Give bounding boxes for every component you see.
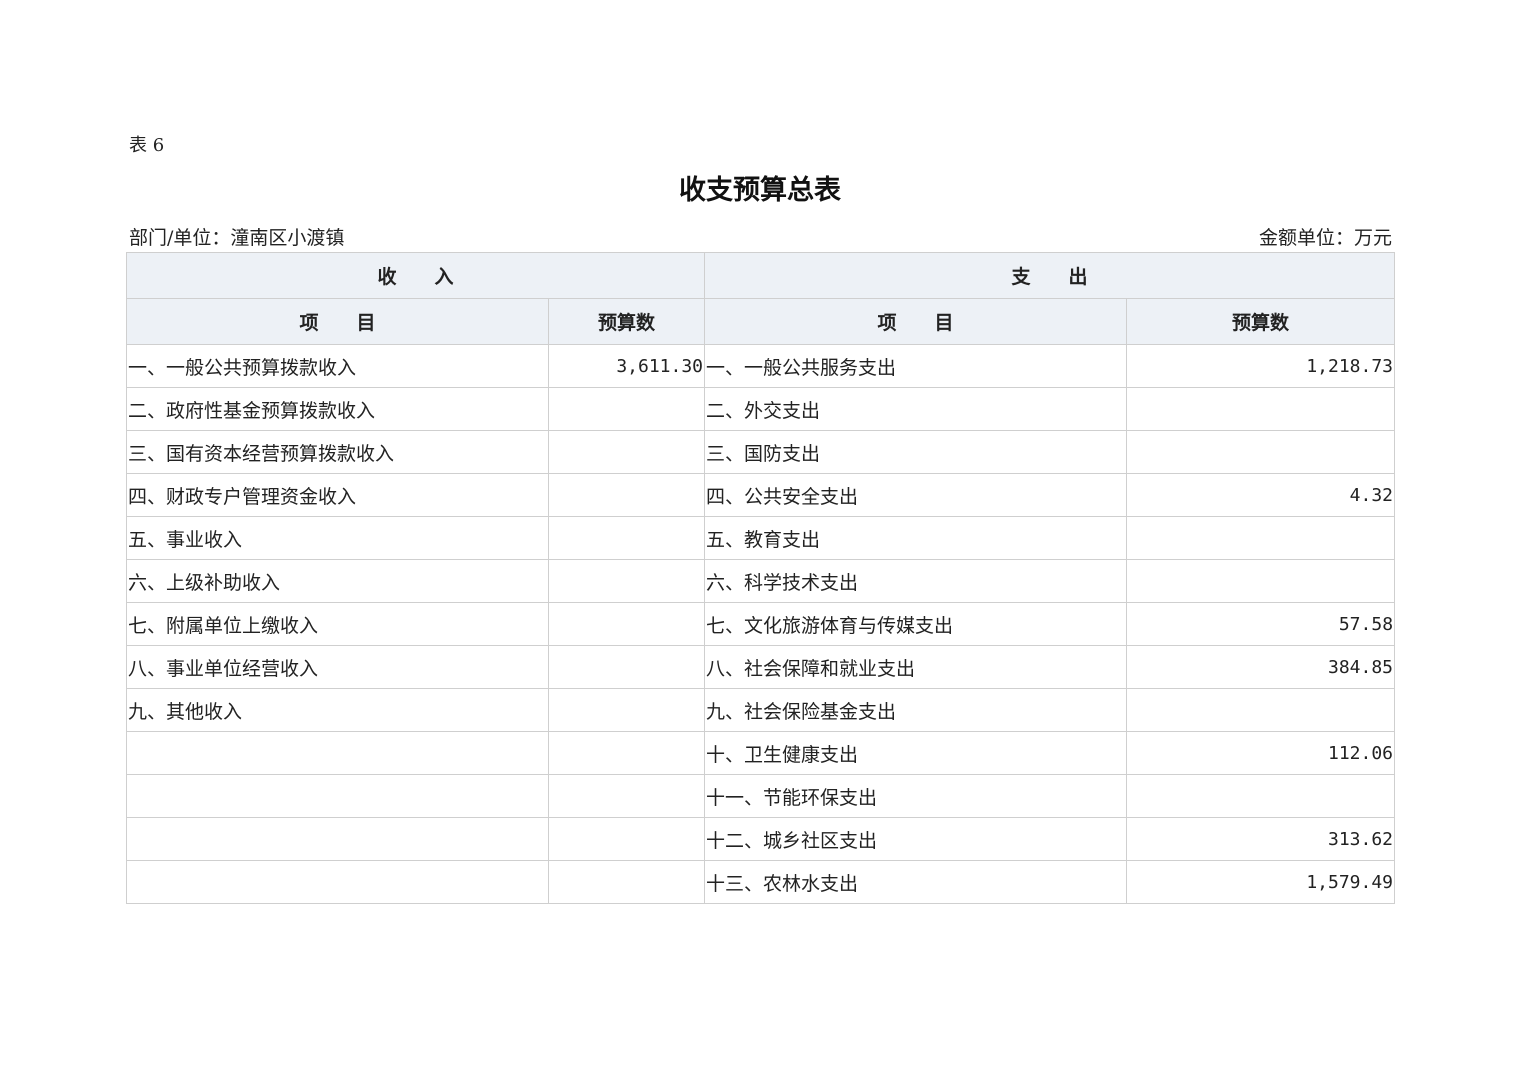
expense-item-cell: 十、卫生健康支出 xyxy=(704,731,1128,775)
table-row: 七、附属单位上缴收入 七、文化旅游体育与传媒支出 57.58 xyxy=(126,602,1396,646)
expense-item-cell: 六、科学技术支出 xyxy=(704,559,1128,603)
income-item-cell: 五、事业收入 xyxy=(126,516,549,560)
expense-amount-cell xyxy=(1126,430,1396,474)
income-amount-cell xyxy=(547,645,706,689)
expense-amount-cell xyxy=(1126,774,1396,818)
income-item-cell xyxy=(126,817,549,861)
expense-item-cell: 三、国防支出 xyxy=(704,430,1128,474)
income-section-header: 收 入 xyxy=(125,252,706,299)
income-item-cell: 六、上级补助收入 xyxy=(126,559,549,603)
income-item-cell: 四、财政专户管理资金收入 xyxy=(126,473,549,517)
expense-amount-cell: 112.06 xyxy=(1126,731,1396,775)
income-amount-cell xyxy=(547,430,706,474)
table-row: 十、卫生健康支出 112.06 xyxy=(126,731,1396,775)
expense-budget-header: 预算数 xyxy=(1126,298,1396,345)
expense-item-cell: 七、文化旅游体育与传媒支出 xyxy=(704,602,1128,646)
section-header-row: 收 入 支 出 xyxy=(125,252,1396,299)
income-amount-cell: 3,611.30 xyxy=(547,344,706,388)
table-row: 四、财政专户管理资金收入 四、公共安全支出 4.32 xyxy=(126,473,1396,517)
income-item-cell: 三、国有资本经营预算拨款收入 xyxy=(126,430,549,474)
table-row: 五、事业收入 五、教育支出 xyxy=(126,516,1396,560)
income-item-cell xyxy=(126,860,549,904)
amount-unit-label: 金额单位：万元 xyxy=(1258,227,1392,249)
expense-amount-cell: 313.62 xyxy=(1126,817,1396,861)
income-amount-cell xyxy=(547,731,706,775)
income-budget-header: 预算数 xyxy=(547,298,706,345)
expense-amount-cell: 1,579.49 xyxy=(1126,860,1396,904)
expense-amount-cell xyxy=(1126,688,1396,732)
income-item-cell: 九、其他收入 xyxy=(126,688,549,732)
table-body: 一、一般公共预算拨款收入 3,611.30 一、一般公共服务支出 1,218.73 二、… xyxy=(126,344,1396,904)
expense-item-cell: 十一、节能环保支出 xyxy=(704,774,1128,818)
table-row: 八、事业单位经营收入 八、社会保障和就业支出 384.85 xyxy=(126,645,1396,689)
budget-summary-table: 收 入 支 出 项 目 预算数 项 目 预算数 一、一般公共预算拨款收入 3,61… xyxy=(125,252,1396,904)
table-row: 六、上级补助收入 六、科学技术支出 xyxy=(126,559,1396,603)
table-row: 三、国有资本经营预算拨款收入 三、国防支出 xyxy=(126,430,1396,474)
department-label: 部门/单位：潼南区小渡镇 xyxy=(129,227,345,249)
income-amount-cell xyxy=(547,387,706,431)
income-amount-cell xyxy=(547,860,706,904)
expense-item-cell: 九、社会保险基金支出 xyxy=(704,688,1128,732)
expense-amount-cell xyxy=(1126,516,1396,560)
income-item-cell xyxy=(126,774,549,818)
table-number-label: 表 6 xyxy=(129,135,165,156)
expense-item-cell: 四、公共安全支出 xyxy=(704,473,1128,517)
income-item-cell xyxy=(126,731,549,775)
expense-item-cell: 一、一般公共服务支出 xyxy=(704,344,1128,388)
expense-amount-cell: 4.32 xyxy=(1126,473,1396,517)
expense-amount-cell: 57.58 xyxy=(1126,602,1396,646)
expense-amount-cell: 1,218.73 xyxy=(1126,344,1396,388)
expense-item-cell: 二、外交支出 xyxy=(704,387,1128,431)
column-header-row: 项 目 预算数 项 目 预算数 xyxy=(126,298,1396,345)
expense-amount-cell xyxy=(1126,559,1396,603)
table-row: 十二、城乡社区支出 313.62 xyxy=(126,817,1396,861)
page-title: 收支预算总表 xyxy=(679,175,841,206)
expense-item-cell: 五、教育支出 xyxy=(704,516,1128,560)
income-item-cell: 二、政府性基金预算拨款收入 xyxy=(126,387,549,431)
table-row: 十三、农林水支出 1,579.49 xyxy=(126,860,1396,904)
table-row: 十一、节能环保支出 xyxy=(126,774,1396,818)
income-amount-cell xyxy=(547,602,706,646)
income-amount-cell xyxy=(547,516,706,560)
income-amount-cell xyxy=(547,473,706,517)
expense-item-header: 项 目 xyxy=(704,298,1128,345)
income-amount-cell xyxy=(547,774,706,818)
income-amount-cell xyxy=(547,559,706,603)
income-item-cell: 八、事业单位经营收入 xyxy=(126,645,549,689)
expense-amount-cell: 384.85 xyxy=(1126,645,1396,689)
income-item-cell: 七、附属单位上缴收入 xyxy=(126,602,549,646)
expense-amount-cell xyxy=(1126,387,1396,431)
expense-section-header: 支 出 xyxy=(704,252,1396,299)
income-amount-cell xyxy=(547,817,706,861)
table-row: 九、其他收入 九、社会保险基金支出 xyxy=(126,688,1396,732)
table-row: 二、政府性基金预算拨款收入 二、外交支出 xyxy=(126,387,1396,431)
income-item-header: 项 目 xyxy=(126,298,549,345)
income-amount-cell xyxy=(547,688,706,732)
expense-item-cell: 十二、城乡社区支出 xyxy=(704,817,1128,861)
expense-item-cell: 八、社会保障和就业支出 xyxy=(704,645,1128,689)
table-row: 一、一般公共预算拨款收入 3,611.30 一、一般公共服务支出 1,218.73 xyxy=(126,344,1396,388)
expense-item-cell: 十三、农林水支出 xyxy=(704,860,1128,904)
income-item-cell: 一、一般公共预算拨款收入 xyxy=(126,344,549,388)
